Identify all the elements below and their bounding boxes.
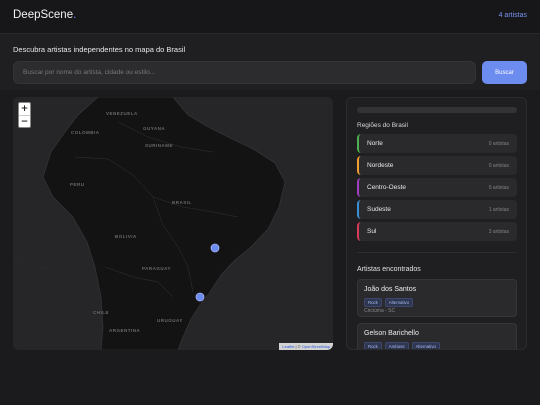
country-label: VENEZUELA	[106, 111, 138, 116]
country-label: GUYANA	[143, 126, 166, 131]
panel-scroll-bar[interactable]	[357, 107, 517, 113]
found-artists-title: Artistas encontrados	[357, 266, 421, 273]
region-item-nordeste[interactable]: Nordeste 0 artistas	[357, 156, 517, 175]
region-name: Nordeste	[367, 162, 394, 169]
country-label: BRASIL	[172, 200, 192, 205]
map-attribution: Leaflet | © OpenStreetMap	[279, 343, 333, 350]
map-canvas[interactable]	[13, 97, 333, 350]
country-label: COLOMBIA	[71, 130, 100, 135]
region-name: Sul	[367, 228, 377, 235]
country-label: SURINAME	[145, 143, 174, 148]
search-button[interactable]: Buscar	[482, 61, 527, 84]
region-name: Norte	[367, 140, 383, 147]
genre-tag: Alternativo	[411, 342, 440, 349]
country-label: PARAGUAY	[142, 266, 172, 271]
genre-tag: Alternativo	[384, 298, 414, 307]
app-header: DeepScene. 4 artistas	[0, 0, 540, 34]
region-item-norte[interactable]: Norte 0 artistas	[357, 134, 517, 153]
map-marker[interactable]	[210, 243, 220, 253]
country-label: ARGENTINA	[109, 328, 141, 333]
divider	[357, 252, 517, 253]
side-panel: Regiões do Brasil Norte 0 artistas Norde…	[346, 97, 527, 350]
region-count: 1 artistas	[488, 207, 509, 213]
region-name: Centro-Oeste	[367, 184, 407, 191]
region-count: 0 artistas	[488, 163, 509, 169]
intro-text: Descubra artistas independentes no mapa …	[13, 45, 186, 54]
osm-link[interactable]: OpenStreetMap	[302, 344, 330, 349]
app-logo[interactable]: DeepScene.	[13, 9, 76, 21]
zoom-control: + −	[18, 102, 31, 128]
country-label: CHILE	[93, 310, 109, 315]
regions-title: Regiões do Brasil	[357, 122, 408, 129]
region-item-centro-oeste[interactable]: Centro-Oeste 0 artistas	[357, 178, 517, 197]
region-count: 0 artistas	[488, 141, 509, 147]
country-label: URUGUAY	[157, 318, 183, 323]
country-label: PERU	[70, 182, 85, 187]
genre-tag: Ambient	[384, 342, 409, 349]
zoom-in-button[interactable]: +	[19, 103, 30, 115]
artist-card[interactable]: João dos Santos Rock Alternativo Criciúm…	[357, 279, 517, 317]
region-item-sul[interactable]: Sul 3 artistas	[357, 222, 517, 241]
artist-name: João dos Santos	[364, 286, 417, 293]
search-section: Descubra artistas independentes no mapa …	[0, 34, 540, 90]
country-label: BOLIVIA	[115, 234, 137, 239]
zoom-out-button[interactable]: −	[19, 115, 30, 127]
genre-tag: Rock	[364, 298, 382, 307]
map-view[interactable]: VENEZUELA GUYANA COLOMBIA SURINAME PERU …	[13, 97, 333, 350]
artist-name: Gelson Barichello	[364, 330, 419, 337]
map-marker[interactable]	[195, 292, 205, 302]
region-item-sudeste[interactable]: Sudeste 1 artistas	[357, 200, 517, 219]
artist-count-link[interactable]: 4 artistas	[499, 12, 527, 19]
leaflet-link[interactable]: Leaflet	[282, 344, 294, 349]
artist-card[interactable]: Gelson Barichello Rock Ambient Alternati…	[357, 323, 517, 349]
region-name: Sudeste	[367, 206, 391, 213]
region-count: 3 artistas	[488, 229, 509, 235]
search-input[interactable]	[13, 61, 476, 84]
region-count: 0 artistas	[488, 185, 509, 191]
artist-location: Criciúma - SC	[364, 308, 396, 314]
genre-tag: Rock	[364, 342, 382, 349]
